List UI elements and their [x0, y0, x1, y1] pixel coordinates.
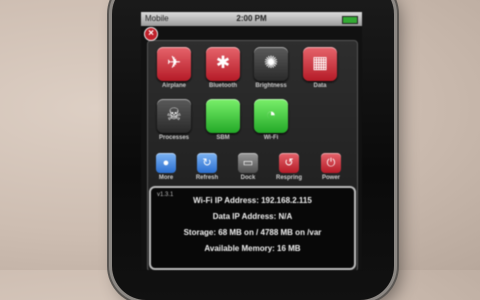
sbm-label: SBM	[216, 135, 230, 141]
dock-button[interactable]: ▭	[238, 153, 258, 173]
skull-icon: ☠	[166, 105, 182, 124]
bluetooth-label: Bluetooth	[209, 83, 237, 89]
processes-label: Processes	[158, 135, 190, 141]
wifi-label: Wi-Fi	[263, 135, 279, 141]
brightness-label: Brightness	[255, 83, 287, 89]
power-button[interactable]: ⏻	[321, 153, 341, 173]
dock-icon: ▭	[242, 157, 254, 169]
memory-text: Available Memory: 16 MB	[204, 244, 301, 253]
data-ip-text: Data IP Address: N/A	[212, 212, 293, 221]
bluetooth-toggle[interactable]: ✱	[206, 47, 240, 81]
wifi-icon: ◔	[265, 105, 277, 124]
refresh-icon: ↻	[202, 157, 212, 169]
more-label: More	[158, 175, 174, 181]
airplane-label: Airplane	[161, 83, 186, 89]
data-icon: ▦	[311, 53, 329, 72]
bluetooth-icon: ✱	[215, 53, 231, 72]
respring-icon: ↺	[284, 157, 294, 169]
airplane-toggle[interactable]: ✈	[157, 47, 191, 81]
storage-text: Storage: 68 MB on / 4788 MB on /var	[183, 228, 322, 237]
more-icon: ●	[162, 157, 170, 169]
data-label: Data	[313, 83, 327, 89]
processes-toggle[interactable]: ☠	[157, 99, 191, 133]
brightness-icon: ✺	[263, 53, 279, 72]
status-time: 2:00 PM	[236, 14, 267, 23]
wifi-toggle[interactable]: ◔	[254, 99, 288, 133]
respring-label: Respring	[275, 175, 302, 181]
brightness-toggle[interactable]: ✺	[254, 47, 288, 81]
refresh-button[interactable]: ↻	[197, 153, 217, 173]
power-label: Power	[321, 175, 340, 181]
phone-screen: Mobile 2:00 PM × ✈ Airplane ✱ Bluetooth …	[141, 12, 362, 270]
close-button[interactable]: ×	[144, 27, 158, 41]
refresh-label: Refresh	[195, 175, 219, 181]
status-bar: Mobile 2:00 PM	[141, 12, 362, 26]
more-button[interactable]: ●	[156, 153, 176, 173]
system-info-box: v1.3.1 Wi-Fi IP Address: 192.168.2.115 D…	[149, 186, 356, 270]
respring-button[interactable]: ↺	[279, 153, 299, 173]
power-icon: ⏻	[326, 157, 336, 169]
wifi-ip-text: Wi-Fi IP Address: 192.168.2.115	[193, 196, 312, 205]
sbm-toggle[interactable]	[206, 99, 240, 133]
data-toggle[interactable]: ▦	[303, 47, 337, 81]
airplane-icon: ✈	[166, 53, 182, 72]
dock-label: Dock	[240, 175, 256, 181]
battery-icon	[342, 16, 358, 24]
